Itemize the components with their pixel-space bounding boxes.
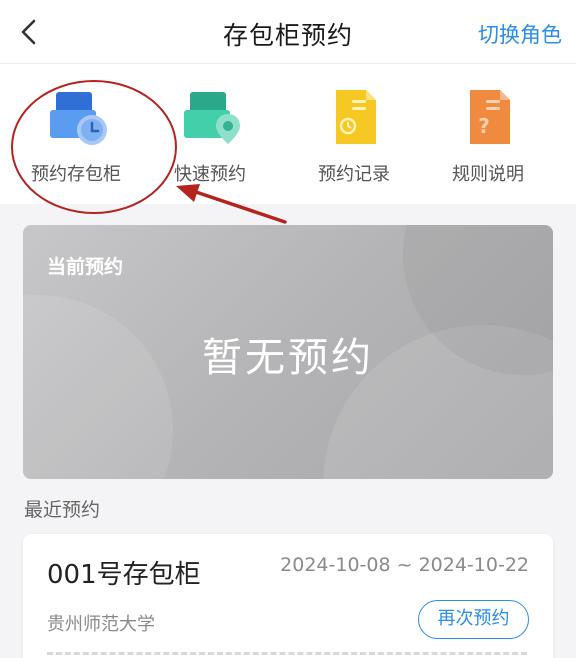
menu-item-reserve-locker[interactable]: 预约存包柜 (6, 84, 146, 194)
date-range: 2024-10-08 ~ 2024-10-22 (280, 554, 529, 576)
locker-pin-icon (180, 86, 244, 150)
rules-document-icon: ? (458, 86, 522, 150)
menu-item-label: 预约存包柜 (31, 164, 121, 185)
reserve-again-button[interactable]: 再次预约 (418, 600, 529, 639)
menu-item-rules[interactable]: ? 规则说明 (418, 84, 558, 194)
locker-clock-icon (46, 86, 110, 150)
feature-menu: 预约存包柜 快速预约 预约记录 ? 规则说明 (0, 64, 576, 204)
menu-item-label: 预约记录 (318, 164, 390, 185)
svg-text:?: ? (478, 114, 490, 138)
menu-item-label: 快速预约 (174, 164, 246, 185)
switch-role-button[interactable]: 切换角色 (478, 19, 562, 49)
menu-item-label: 规则说明 (452, 164, 524, 185)
recent-section-title: 最近预约 (24, 499, 101, 521)
decorative-circle (23, 295, 173, 479)
current-reservation-card: 当前预约 暂无预约 (23, 225, 553, 479)
menu-item-reserve-records[interactable]: 预约记录 (284, 84, 424, 194)
empty-state-text: 暂无预约 (202, 335, 374, 381)
school-name: 贵州师范大学 (47, 614, 155, 635)
recent-reservation-card[interactable]: 001号存包柜 2024-10-08 ~ 2024-10-22 贵州师范大学 再… (23, 534, 553, 658)
menu-item-quick-reserve[interactable]: 快速预约 (140, 84, 280, 194)
top-navbar: 存包柜预约 切换角色 (0, 0, 576, 64)
record-document-icon (324, 86, 388, 150)
locker-name: 001号存包柜 (47, 560, 201, 590)
card-divider (47, 652, 527, 658)
current-reservation-label: 当前预约 (47, 256, 124, 278)
